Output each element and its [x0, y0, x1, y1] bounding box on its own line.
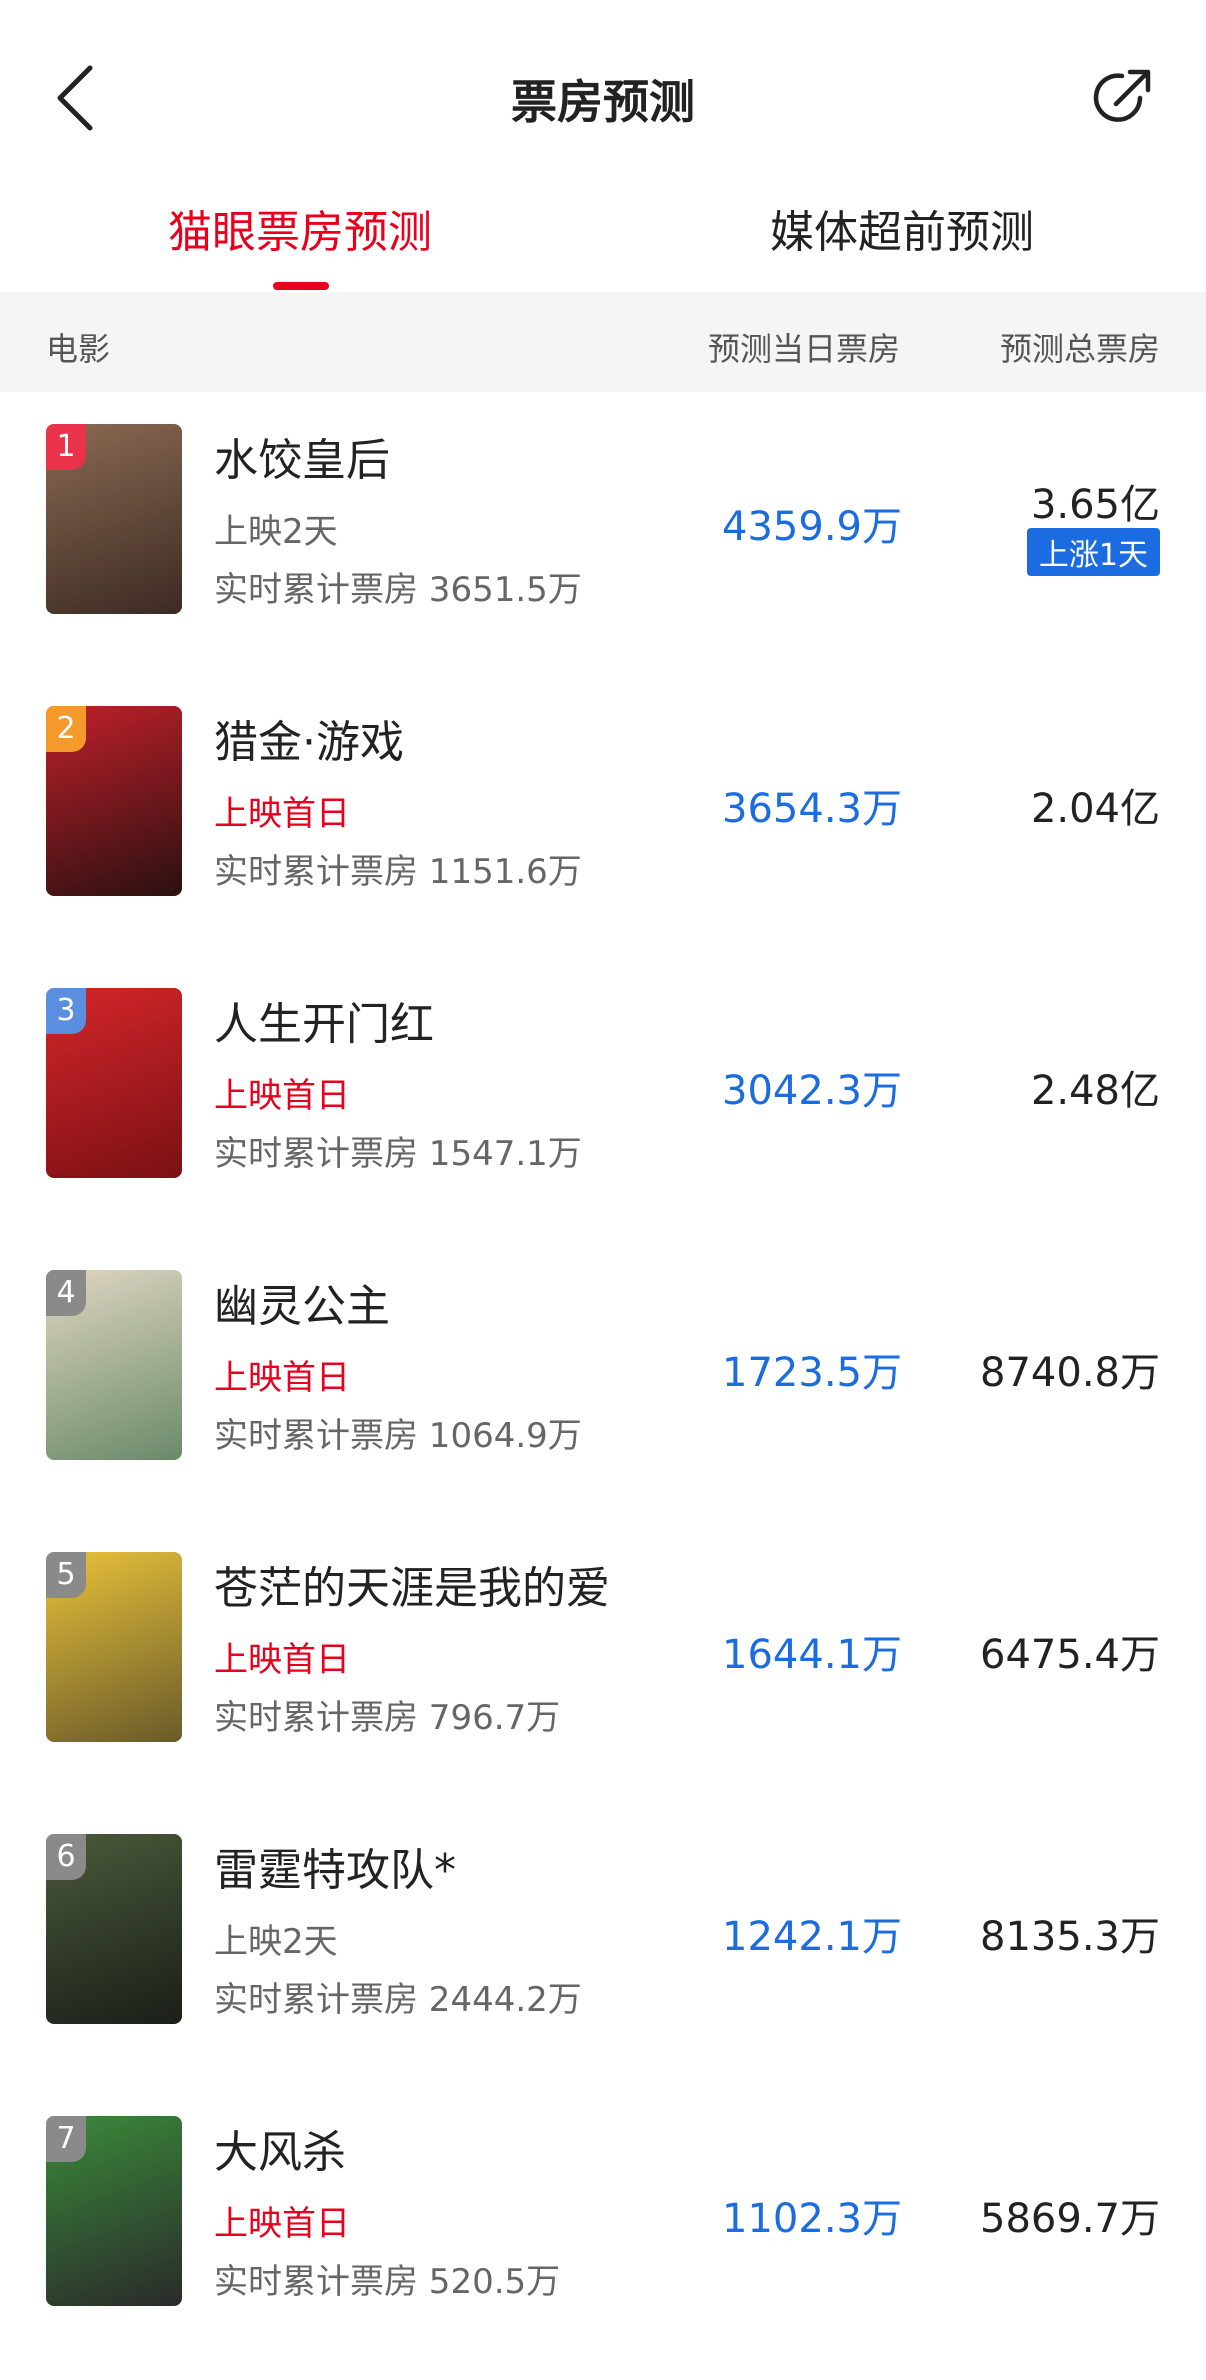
movie-poster: 5	[46, 1552, 182, 1742]
column-movie: 电影	[46, 330, 111, 368]
movie-row[interactable]: 1 水饺皇后 上映2天 实时累计票房 3651.5万 4359.9万 3.65亿…	[0, 392, 1206, 674]
movie-poster: 3	[46, 988, 182, 1178]
cumulative-box-office: 实时累计票房 1064.9万	[214, 1416, 582, 1456]
tab-media-forecast[interactable]: 媒体超前预测	[770, 196, 1034, 260]
movie-row[interactable]: 6 雷霆特攻队* 上映2天 实时累计票房 2444.2万 1242.1万 813…	[0, 1802, 1206, 2084]
movie-title: 雷霆特攻队*	[214, 1845, 456, 1896]
release-status: 上映2天	[214, 512, 338, 552]
day-forecast: 1242.1万	[722, 1914, 902, 1960]
movie-row[interactable]: 3 人生开门红 上映首日 实时累计票房 1547.1万 3042.3万 2.48…	[0, 956, 1206, 1238]
release-status: 上映首日	[214, 1358, 350, 1398]
movie-row[interactable]: 5 苍茫的天涯是我的爱 上映首日 实时累计票房 796.7万 1644.1万 6…	[0, 1520, 1206, 1802]
day-forecast: 1723.5万	[722, 1350, 902, 1396]
rank-badge: 1	[46, 424, 86, 470]
cumulative-box-office: 实时累计票房 520.5万	[214, 2262, 561, 2302]
movie-title: 水饺皇后	[214, 435, 390, 486]
total-forecast: 2.48亿	[1030, 1068, 1160, 1114]
release-status: 上映首日	[214, 794, 350, 834]
movie-poster: 4	[46, 1270, 182, 1460]
column-header: 电影 预测当日票房 预测总票房	[0, 292, 1206, 392]
cumulative-box-office: 实时累计票房 1151.6万	[214, 852, 582, 892]
total-forecast: 3.65亿	[1030, 482, 1160, 528]
movie-poster: 6	[46, 1834, 182, 2024]
movie-poster: 7	[46, 2116, 182, 2306]
tab-maoyan-forecast[interactable]: 猫眼票房预测	[168, 196, 432, 260]
movie-row[interactable]: 2 猎金·游戏 上映首日 实时累计票房 1151.6万 3654.3万 2.04…	[0, 674, 1206, 956]
rank-badge: 2	[46, 706, 86, 752]
rank-badge: 4	[46, 1270, 86, 1316]
cumulative-box-office: 实时累计票房 2444.2万	[214, 1980, 582, 2020]
movie-poster: 1	[46, 424, 182, 614]
day-forecast: 1102.3万	[722, 2196, 902, 2242]
movie-list: 1 水饺皇后 上映2天 实时累计票房 3651.5万 4359.9万 3.65亿…	[0, 392, 1206, 2366]
rank-badge: 5	[46, 1552, 86, 1598]
movie-row[interactable]: 7 大风杀 上映首日 实时累计票房 520.5万 1102.3万 5869.7万	[0, 2084, 1206, 2366]
rank-badge: 7	[46, 2116, 86, 2162]
day-forecast: 3042.3万	[722, 1068, 902, 1114]
release-status: 上映首日	[214, 1076, 350, 1116]
column-total-forecast: 预测总票房	[999, 330, 1160, 368]
movie-row[interactable]: 4 幽灵公主 上映首日 实时累计票房 1064.9万 1723.5万 8740.…	[0, 1238, 1206, 1520]
total-forecast: 2.04亿	[1030, 786, 1160, 832]
cumulative-box-office: 实时累计票房 1547.1万	[214, 1134, 582, 1174]
active-tab-indicator	[273, 282, 329, 290]
movie-poster: 2	[46, 706, 182, 896]
share-icon[interactable]	[1090, 64, 1156, 130]
movie-title: 大风杀	[214, 2127, 346, 2178]
day-forecast: 4359.9万	[722, 504, 902, 550]
total-forecast: 8740.8万	[980, 1350, 1160, 1396]
rank-badge: 6	[46, 1834, 86, 1880]
movie-title: 猎金·游戏	[214, 717, 404, 768]
movie-title: 苍茫的天涯是我的爱	[214, 1563, 610, 1614]
release-status: 上映首日	[214, 2204, 350, 2244]
movie-title: 人生开门红	[214, 999, 434, 1050]
cumulative-box-office: 实时累计票房 796.7万	[214, 1698, 561, 1738]
rank-badge: 3	[46, 988, 86, 1034]
total-forecast: 8135.3万	[980, 1914, 1160, 1960]
release-status: 上映2天	[214, 1922, 338, 1962]
movie-title: 幽灵公主	[214, 1281, 390, 1332]
trend-badge: 上涨1天	[1026, 528, 1160, 576]
cumulative-box-office: 实时累计票房 3651.5万	[214, 570, 582, 610]
release-status: 上映首日	[214, 1640, 350, 1680]
top-bar: 票房预测	[0, 0, 1206, 186]
day-forecast: 1644.1万	[722, 1632, 902, 1678]
day-forecast: 3654.3万	[722, 786, 902, 832]
column-day-forecast: 预测当日票房	[708, 330, 901, 368]
total-forecast: 5869.7万	[980, 2196, 1160, 2242]
total-forecast: 6475.4万	[980, 1632, 1160, 1678]
page-title: 票房预测	[511, 75, 695, 129]
